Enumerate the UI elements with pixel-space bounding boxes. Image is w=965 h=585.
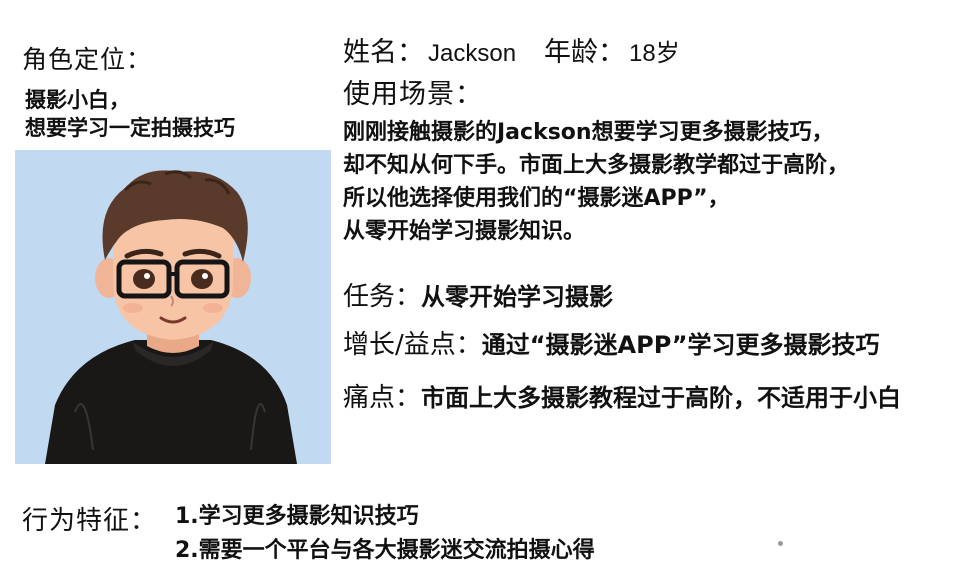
behavior-label: 行为特征： (22, 506, 158, 536)
age-value: 18岁 (629, 40, 680, 67)
task-value: 从零开始学习摄影 (421, 283, 614, 311)
name-value: Jackson (428, 40, 517, 67)
pain-row: 痛点：市面上大多摄影教程过于高阶，不适用于小白 (343, 377, 901, 414)
scene-line: 从零开始学习摄影知识。 (343, 219, 586, 244)
name-label: 姓名： (343, 37, 424, 68)
role-label: 角色定位： (22, 45, 153, 74)
benefit-value: 通过“摄影迷APP”学习更多摄影技巧 (481, 331, 880, 359)
avatar (15, 150, 331, 464)
scene-line: 所以他选择使用我们的“摄影迷APP”， (343, 186, 730, 211)
age-label: 年龄： (544, 37, 626, 68)
role-desc-line: 摄影小白， (25, 88, 130, 112)
scene-description: 刚刚接触摄影的Jackson想要学习更多摄影技巧， 却不知从何下手。市面上大多摄… (343, 116, 958, 248)
pain-label: 痛点： (343, 383, 422, 413)
benefit-row: 增长/益点：通过“摄影迷APP”学习更多摄影技巧 (343, 324, 880, 361)
task-row: 任务：从零开始学习摄影 (343, 276, 613, 313)
role-description: 摄影小白， 想要学习一定拍摄技巧 (25, 86, 345, 142)
behavior-item: 1.学习更多摄影知识技巧 (175, 504, 419, 529)
benefit-label: 增长/益点： (343, 330, 482, 360)
scene-line: 却不知从何下手。市面上大多摄影教学都过于高阶， (343, 153, 850, 178)
behavior-item: 2.需要一个平台与各大摄影迷交流拍摄心得 (175, 538, 595, 563)
pain-value: 市面上大多摄影教程过于高阶，不适用于小白 (421, 384, 902, 412)
role-desc-line: 想要学习一定拍摄技巧 (25, 116, 235, 140)
behavior-list: 1.学习更多摄影知识技巧 2.需要一个平台与各大摄影迷交流拍摄心得 (175, 500, 595, 568)
scene-label: 使用场景： (343, 79, 483, 110)
cartoon-boy-with-glasses-avatar-icon (15, 150, 331, 464)
profile-row: 姓名： Jackson 年龄： 18岁 (343, 30, 680, 69)
task-label: 任务： (343, 282, 422, 312)
scene-line: 刚刚接触摄影的Jackson想要学习更多摄影技巧， (343, 120, 834, 145)
decorative-dot (778, 541, 783, 546)
